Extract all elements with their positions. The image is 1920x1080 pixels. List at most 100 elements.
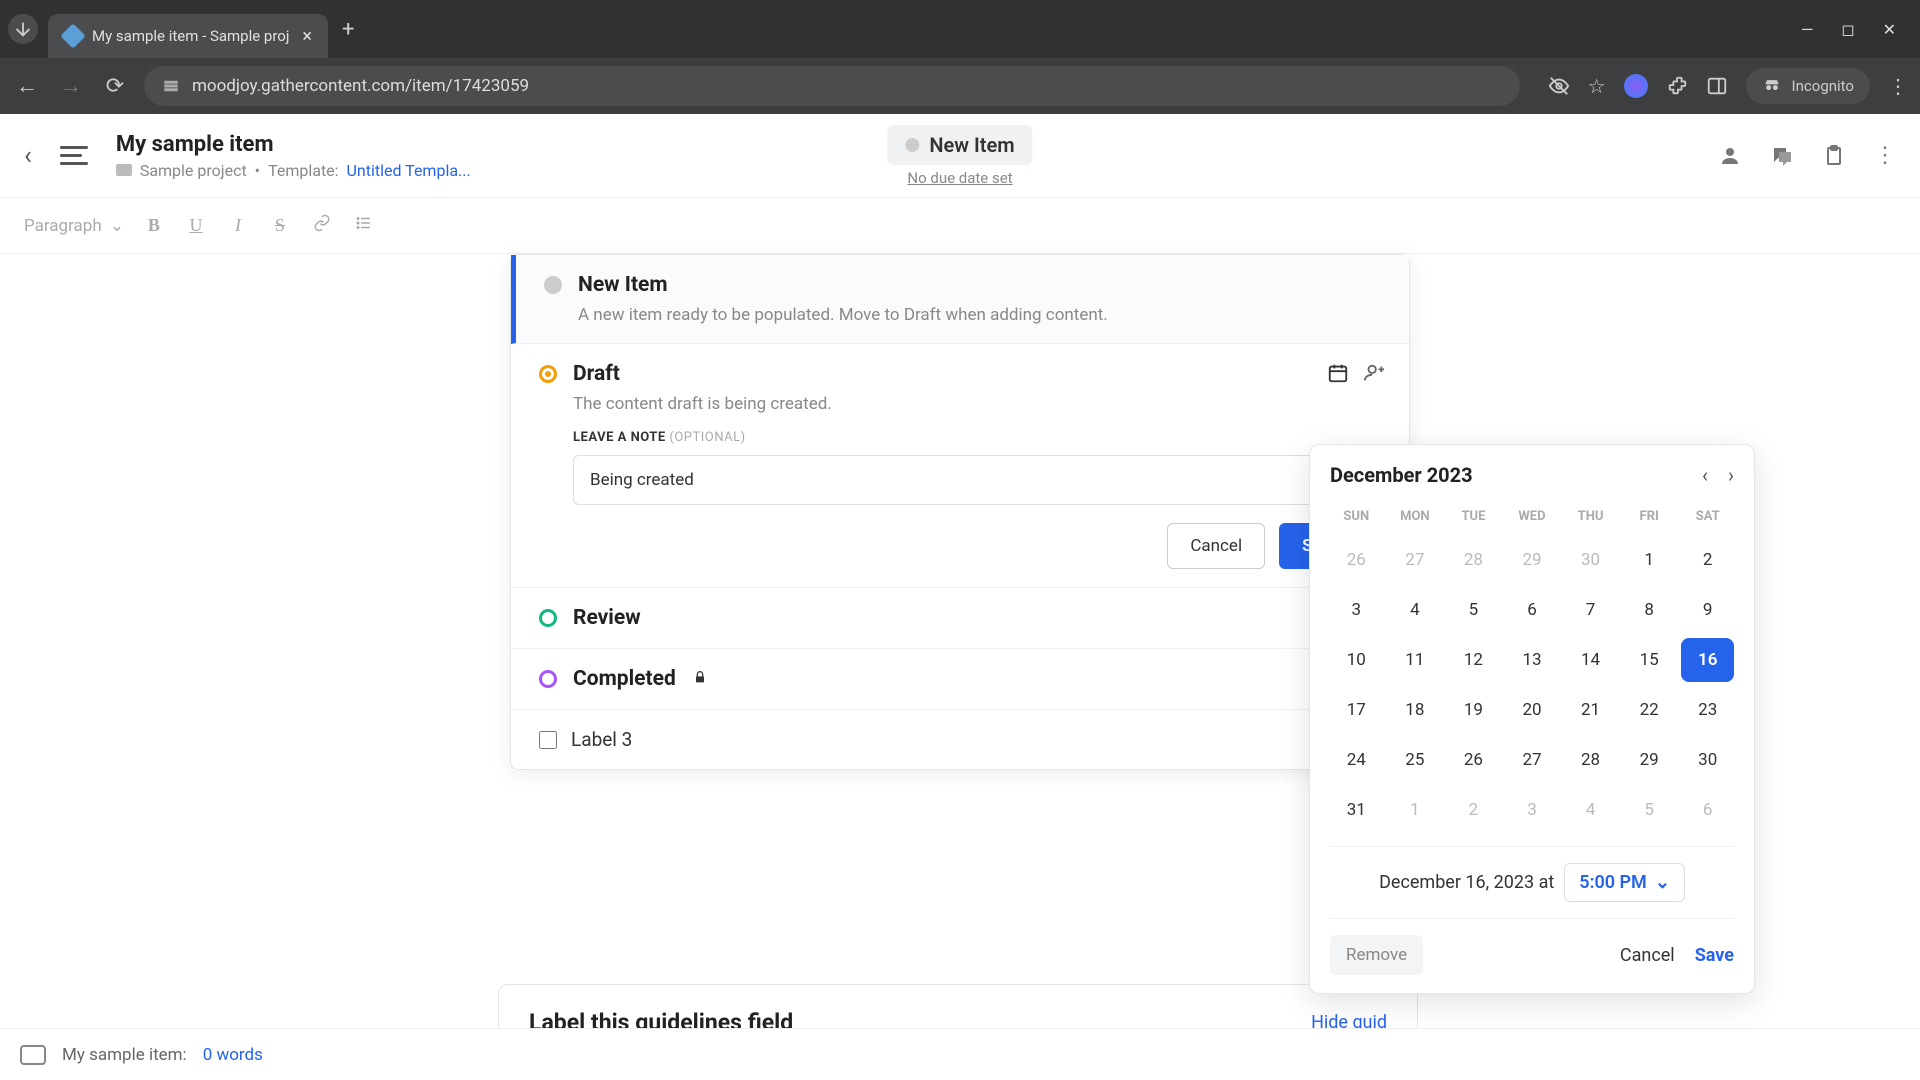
clipboard-icon[interactable]	[1822, 144, 1846, 168]
sidepanel-icon[interactable]	[1706, 75, 1728, 97]
calendar-day[interactable]: 19	[1447, 688, 1500, 732]
calendar-day[interactable]: 7	[1564, 588, 1617, 632]
calendar-day[interactable]: 4	[1564, 788, 1617, 832]
calendar-day[interactable]: 18	[1389, 688, 1442, 732]
italic-button[interactable]: I	[226, 215, 250, 236]
search-tabs-button[interactable]	[8, 14, 38, 44]
calendar-day[interactable]: 2	[1681, 538, 1734, 582]
underline-button[interactable]: U	[184, 215, 208, 236]
comments-icon[interactable]	[1770, 144, 1794, 168]
next-month-icon[interactable]: ›	[1728, 463, 1734, 487]
calendar-day[interactable]: 27	[1506, 738, 1559, 782]
calendar-day[interactable]: 15	[1623, 638, 1676, 682]
due-date-link[interactable]: No due date set	[887, 169, 1032, 187]
back-button[interactable]: ‹	[24, 141, 32, 171]
calendar-day[interactable]: 8	[1623, 588, 1676, 632]
bookmark-star-icon[interactable]: ☆	[1588, 74, 1606, 98]
calendar-day[interactable]: 25	[1389, 738, 1442, 782]
workflow-item-completed[interactable]: Completed	[511, 649, 1409, 710]
keyboard-icon[interactable]	[20, 1045, 46, 1065]
calendar-day[interactable]: 21	[1564, 688, 1617, 732]
calendar-day[interactable]: 5	[1623, 788, 1676, 832]
new-tab-button[interactable]: +	[342, 17, 354, 42]
workflow-desc: A new item ready to be populated. Move t…	[578, 305, 1381, 325]
calendar-day[interactable]: 5	[1447, 588, 1500, 632]
calendar-day[interactable]: 24	[1330, 738, 1383, 782]
calendar-day[interactable]: 3	[1330, 588, 1383, 632]
calendar-day[interactable]: 23	[1681, 688, 1734, 732]
calendar-day[interactable]: 12	[1447, 638, 1500, 682]
extensions-icon[interactable]	[1666, 75, 1688, 97]
calendar-day[interactable]: 29	[1506, 538, 1559, 582]
minimize-icon[interactable]: —	[1801, 20, 1814, 39]
browser-tab[interactable]: My sample item - Sample proj ×	[48, 14, 328, 58]
workflow-item-review[interactable]: Review	[511, 588, 1409, 649]
calendar-day[interactable]: 16	[1681, 638, 1734, 682]
calendar-day[interactable]: 13	[1506, 638, 1559, 682]
list-button[interactable]	[352, 214, 376, 237]
calendar-day[interactable]: 28	[1447, 538, 1500, 582]
calendar-day[interactable]: 11	[1389, 638, 1442, 682]
incognito-badge[interactable]: Incognito	[1746, 68, 1870, 104]
calendar-day[interactable]: 1	[1623, 538, 1676, 582]
label-3-row[interactable]: Label 3	[511, 710, 1409, 769]
calendar-day[interactable]: 14	[1564, 638, 1617, 682]
eye-off-icon[interactable]	[1548, 75, 1570, 97]
prev-month-icon[interactable]: ‹	[1702, 463, 1708, 487]
calendar-day[interactable]: 31	[1330, 788, 1383, 832]
calendar-day[interactable]: 17	[1330, 688, 1383, 732]
calendar-day[interactable]: 30	[1564, 538, 1617, 582]
kebab-menu-icon[interactable]: ⋮	[1888, 74, 1908, 98]
time-select[interactable]: 5:00 PM ⌄	[1564, 863, 1685, 902]
close-tab-icon[interactable]: ×	[302, 26, 312, 47]
label-3-checkbox[interactable]	[539, 731, 557, 749]
calendar-day[interactable]: 28	[1564, 738, 1617, 782]
user-icon[interactable]	[1718, 144, 1742, 168]
calendar-day[interactable]: 3	[1506, 788, 1559, 832]
favicon-icon	[60, 23, 85, 48]
template-link[interactable]: Untitled Templa...	[347, 161, 471, 180]
profile-icon[interactable]	[1624, 74, 1648, 98]
bold-button[interactable]: B	[142, 215, 166, 236]
cancel-date-button[interactable]: Cancel	[1620, 945, 1675, 966]
calendar-day[interactable]: 26	[1447, 738, 1500, 782]
calendar-day[interactable]: 20	[1506, 688, 1559, 732]
link-button[interactable]	[310, 214, 334, 237]
more-menu-icon[interactable]: ⋮	[1874, 143, 1896, 168]
workflow-item-new[interactable]: New Item A new item ready to be populate…	[511, 255, 1409, 344]
cancel-button[interactable]: Cancel	[1167, 523, 1265, 569]
forward-icon[interactable]: →	[56, 73, 86, 99]
calendar-day[interactable]: 10	[1330, 638, 1383, 682]
chevron-down-icon: ⌄	[1655, 872, 1670, 893]
note-input[interactable]	[573, 455, 1347, 505]
assign-user-icon[interactable]	[1363, 362, 1385, 389]
project-name[interactable]: Sample project	[140, 161, 247, 180]
paragraph-select[interactable]: Paragraph ⌄	[24, 216, 124, 236]
reload-icon[interactable]: ⟳	[100, 74, 130, 99]
menu-toggle-icon[interactable]	[60, 146, 88, 165]
close-window-icon[interactable]: ✕	[1883, 20, 1896, 39]
strike-button[interactable]: S	[268, 215, 292, 236]
calendar-icon[interactable]	[1327, 362, 1349, 389]
workflow-title: Review	[573, 606, 641, 630]
calendar-day[interactable]: 2	[1447, 788, 1500, 832]
url-input[interactable]: moodjoy.gathercontent.com/item/17423059	[144, 66, 1520, 106]
word-count[interactable]: 0 words	[203, 1045, 263, 1065]
workflow-item-draft[interactable]: Draft The content draft is being created…	[511, 344, 1409, 588]
calendar-day[interactable]: 9	[1681, 588, 1734, 632]
calendar-day[interactable]: 27	[1389, 538, 1442, 582]
calendar-grid: SUNMONTUEWEDTHUFRISAT2627282930123456789…	[1330, 501, 1734, 832]
back-icon[interactable]: ←	[12, 73, 42, 99]
calendar-day[interactable]: 6	[1506, 588, 1559, 632]
maximize-icon[interactable]: ◻	[1841, 20, 1854, 39]
calendar-day[interactable]: 1	[1389, 788, 1442, 832]
calendar-day[interactable]: 29	[1623, 738, 1676, 782]
calendar-day[interactable]: 30	[1681, 738, 1734, 782]
calendar-day[interactable]: 4	[1389, 588, 1442, 632]
status-selector[interactable]: New Item No due date set	[887, 125, 1032, 187]
calendar-day[interactable]: 26	[1330, 538, 1383, 582]
calendar-day[interactable]: 6	[1681, 788, 1734, 832]
remove-date-button[interactable]: Remove	[1330, 935, 1423, 975]
calendar-day[interactable]: 22	[1623, 688, 1676, 732]
save-date-button[interactable]: Save	[1695, 945, 1734, 966]
